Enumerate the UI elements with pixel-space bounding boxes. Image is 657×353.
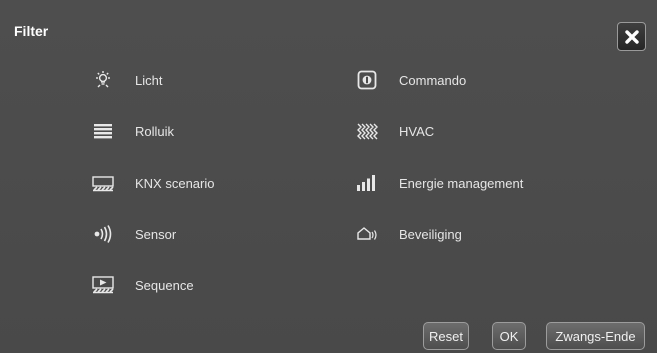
filter-label: Sequence [135,277,194,293]
close-icon [624,29,639,44]
filter-dialog: Filter Licht Rolluik KNX scenario Sensor… [0,0,657,353]
filter-item-hvac[interactable]: HVAC [356,119,434,143]
filter-label: Licht [135,72,163,88]
security-icon [356,223,378,245]
filter-item-licht[interactable]: Licht [92,68,162,92]
filter-item-rolluik[interactable]: Rolluik [92,119,174,143]
hvac-icon [356,120,378,142]
filter-item-energie-management[interactable]: Energie management [356,171,523,195]
filter-label: HVAC [399,123,435,139]
filter-item-sequence[interactable]: Sequence [92,273,194,297]
filter-item-sensor[interactable]: Sensor [92,222,176,246]
filter-label: Rolluik [135,123,175,139]
close-button[interactable] [617,22,646,51]
filter-label: Energie management [399,175,524,191]
filter-label: Sensor [135,226,177,242]
filter-label: KNX scenario [135,175,215,191]
filter-item-knx-scenario[interactable]: KNX scenario [92,171,214,195]
reset-button[interactable]: Reset [423,322,469,350]
sensor-icon [92,223,114,245]
filter-label: Beveiliging [399,226,462,242]
dialog-title: Filter [14,23,49,39]
light-bulb-icon [92,69,114,91]
rolluik-icon [92,120,114,142]
energy-bars-icon [356,172,378,194]
filter-item-commando[interactable]: Commando [356,68,466,92]
ok-button[interactable]: OK [492,322,526,350]
scenario-icon [92,172,114,194]
filter-item-beveiliging[interactable]: Beveiliging [356,222,462,246]
command-icon [356,69,378,91]
force-end-button[interactable]: Zwangs-Ende [546,322,645,350]
filter-label: Commando [399,72,467,88]
sequence-icon [92,274,114,296]
